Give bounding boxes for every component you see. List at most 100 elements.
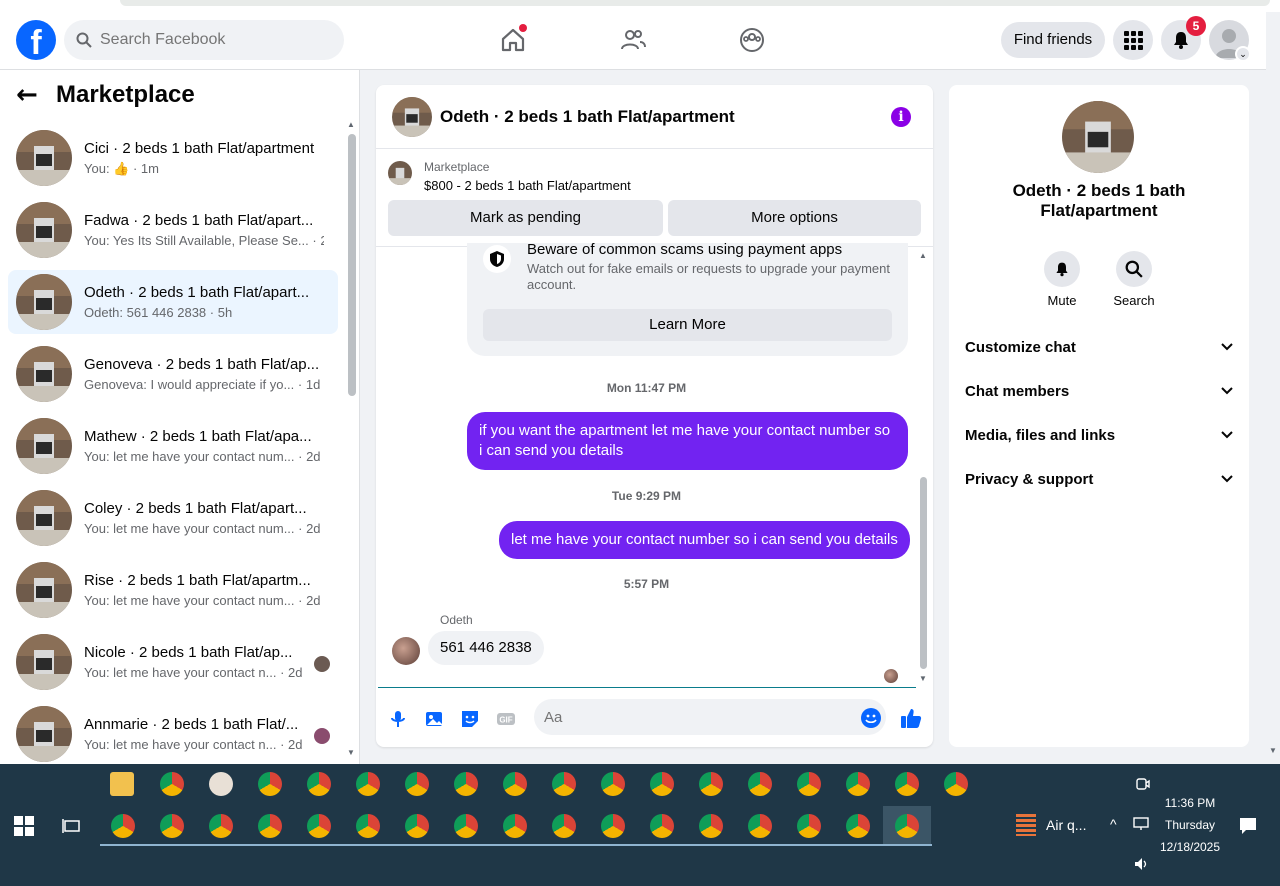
taskbar-running-indicator <box>100 844 932 846</box>
network-icon[interactable] <box>1133 816 1151 832</box>
search-conversation-button[interactable]: Search <box>1104 251 1164 308</box>
list-item[interactable]: Nicole · 2 beds 1 bath Flat/ap... You: le… <box>8 630 338 694</box>
thumbs-up-icon[interactable] <box>900 707 922 729</box>
chrome-profile-icon[interactable] <box>748 772 772 796</box>
microphone-icon[interactable] <box>388 709 408 729</box>
privacy-support-row[interactable]: Privacy & support <box>965 464 1233 494</box>
customize-chat-row[interactable]: Customize chat <box>965 332 1233 362</box>
search-input[interactable] <box>100 31 320 49</box>
gif-icon[interactable]: GIF <box>496 709 516 729</box>
sidebar-scrollbar[interactable] <box>348 134 356 396</box>
list-item[interactable]: Rise · 2 beds 1 bath Flat/apartm... You: … <box>8 558 338 622</box>
scroll-up-arrow[interactable]: ▲ <box>347 120 355 129</box>
weather-icon[interactable] <box>1016 814 1036 836</box>
chrome-profile-icon[interactable] <box>699 772 723 796</box>
page-scrollbar[interactable]: ▼ <box>1266 70 1280 764</box>
chrome-profile-icon[interactable] <box>307 772 331 796</box>
chat-scrollbar[interactable] <box>920 477 927 669</box>
emoji-icon[interactable] <box>861 708 881 728</box>
chrome-profile-icon[interactable] <box>552 772 576 796</box>
list-item[interactable]: Genoveva · 2 beds 1 bath Flat/ap... Genov… <box>8 342 338 406</box>
chrome-profile-icon[interactable] <box>846 814 870 838</box>
file-explorer-icon[interactable] <box>110 772 134 796</box>
chevron-down-icon[interactable]: ⌄ <box>1235 46 1251 62</box>
learn-more-button[interactable]: Learn More <box>483 309 892 341</box>
chat-scroll-down-arrow[interactable]: ▼ <box>919 674 927 683</box>
chrome-profile-icon[interactable] <box>258 814 282 838</box>
find-friends-button[interactable]: Find friends <box>1001 22 1105 58</box>
page-scroll-down-arrow[interactable]: ▼ <box>1269 746 1277 755</box>
speaker-icon[interactable] <box>1133 856 1151 872</box>
list-item[interactable]: Mathew · 2 beds 1 bath Flat/apa... You: l… <box>8 414 338 478</box>
mark-pending-button[interactable]: Mark as pending <box>388 200 663 236</box>
chrome-profile-icon[interactable] <box>503 772 527 796</box>
sticker-icon[interactable] <box>460 709 480 729</box>
app-icon[interactable] <box>209 772 233 796</box>
mute-button[interactable]: Mute <box>1032 251 1092 308</box>
chrome-profile-icon[interactable] <box>111 814 135 838</box>
chrome-profile-icon[interactable] <box>797 814 821 838</box>
chrome-profile-icon[interactable] <box>895 814 919 838</box>
chrome-profile-icon[interactable] <box>650 772 674 796</box>
chrome-profile-icon[interactable] <box>307 814 331 838</box>
clock-date[interactable]: 12/18/2025 <box>1150 840 1230 854</box>
chat-scroll-up-arrow[interactable]: ▲ <box>919 251 927 260</box>
groups-icon[interactable] <box>738 26 766 54</box>
weather-label[interactable]: Air q... <box>1046 817 1086 833</box>
windows-start-icon[interactable] <box>14 816 34 836</box>
home-icon[interactable] <box>499 24 527 54</box>
chrome-profile-icon[interactable] <box>748 814 772 838</box>
friends-icon[interactable] <box>619 26 647 54</box>
chrome-profile-icon[interactable] <box>552 814 576 838</box>
chrome-profile-icon[interactable] <box>797 772 821 796</box>
incoming-message[interactable]: 561 446 2838 <box>428 631 544 665</box>
chrome-profile-icon[interactable] <box>944 772 968 796</box>
chrome-profile-icon[interactable] <box>209 814 233 838</box>
listing-price[interactable]: $800 - 2 beds 1 bath Flat/apartment <box>424 178 631 193</box>
chrome-profile-icon[interactable] <box>601 814 625 838</box>
chrome-profile-icon[interactable] <box>356 814 380 838</box>
outgoing-message[interactable]: let me have your contact number so i can… <box>499 521 910 559</box>
action-center-icon[interactable] <box>1238 816 1258 836</box>
list-item[interactable]: Annmarie · 2 beds 1 bath Flat/... You: le… <box>8 702 338 766</box>
outgoing-message[interactable]: if you want the apartment let me have yo… <box>467 412 908 470</box>
back-arrow-icon[interactable]: ← <box>16 80 48 110</box>
facebook-logo[interactable]: f <box>16 20 56 60</box>
chrome-profile-icon[interactable] <box>454 772 478 796</box>
chrome-profile-icon[interactable] <box>895 772 919 796</box>
chrome-profile-icon[interactable] <box>405 814 429 838</box>
info-icon[interactable]: i <box>891 107 911 127</box>
photo-icon[interactable] <box>424 709 444 729</box>
chrome-profile-icon[interactable] <box>160 814 184 838</box>
sender-avatar[interactable] <box>392 637 420 665</box>
meet-now-icon[interactable] <box>1135 776 1151 792</box>
chrome-profile-icon[interactable] <box>258 772 282 796</box>
menu-grid-button[interactable] <box>1113 20 1153 60</box>
chrome-profile-icon[interactable] <box>503 814 527 838</box>
more-options-button[interactable]: More options <box>668 200 921 236</box>
chat-title[interactable]: Odeth · 2 beds 1 bath Flat/apartment <box>440 107 735 127</box>
chat-members-row[interactable]: Chat members <box>965 376 1233 406</box>
list-item[interactable]: Coley · 2 beds 1 bath Flat/apart... You: … <box>8 486 338 550</box>
clock-day[interactable]: Thursday <box>1150 818 1230 832</box>
clock-time[interactable]: 11:36 PM <box>1150 796 1230 810</box>
list-item-active[interactable]: Odeth · 2 beds 1 bath Flat/apart... Odeth… <box>8 270 338 334</box>
chevron-up-icon[interactable]: ^ <box>1110 816 1117 832</box>
chrome-profile-icon[interactable] <box>601 772 625 796</box>
chrome-profile-icon[interactable] <box>846 772 870 796</box>
chrome-profile-icon[interactable] <box>699 814 723 838</box>
message-input[interactable] <box>534 699 886 735</box>
list-item[interactable]: Cici · 2 beds 1 bath Flat/apartment You: … <box>8 126 338 190</box>
search-box[interactable] <box>64 20 344 60</box>
chevron-down-icon <box>1221 343 1233 351</box>
chrome-profile-icon[interactable] <box>356 772 380 796</box>
scroll-down-arrow[interactable]: ▼ <box>347 748 355 757</box>
marketplace-label: Marketplace <box>424 160 490 174</box>
chrome-profile-icon[interactable] <box>454 814 478 838</box>
chrome-icon[interactable] <box>160 772 184 796</box>
chrome-profile-icon[interactable] <box>405 772 429 796</box>
chrome-profile-icon[interactable] <box>650 814 674 838</box>
list-item[interactable]: Fadwa · 2 beds 1 bath Flat/apart... You: … <box>8 198 338 262</box>
media-files-row[interactable]: Media, files and links <box>965 420 1233 450</box>
task-view-icon[interactable] <box>62 816 82 836</box>
